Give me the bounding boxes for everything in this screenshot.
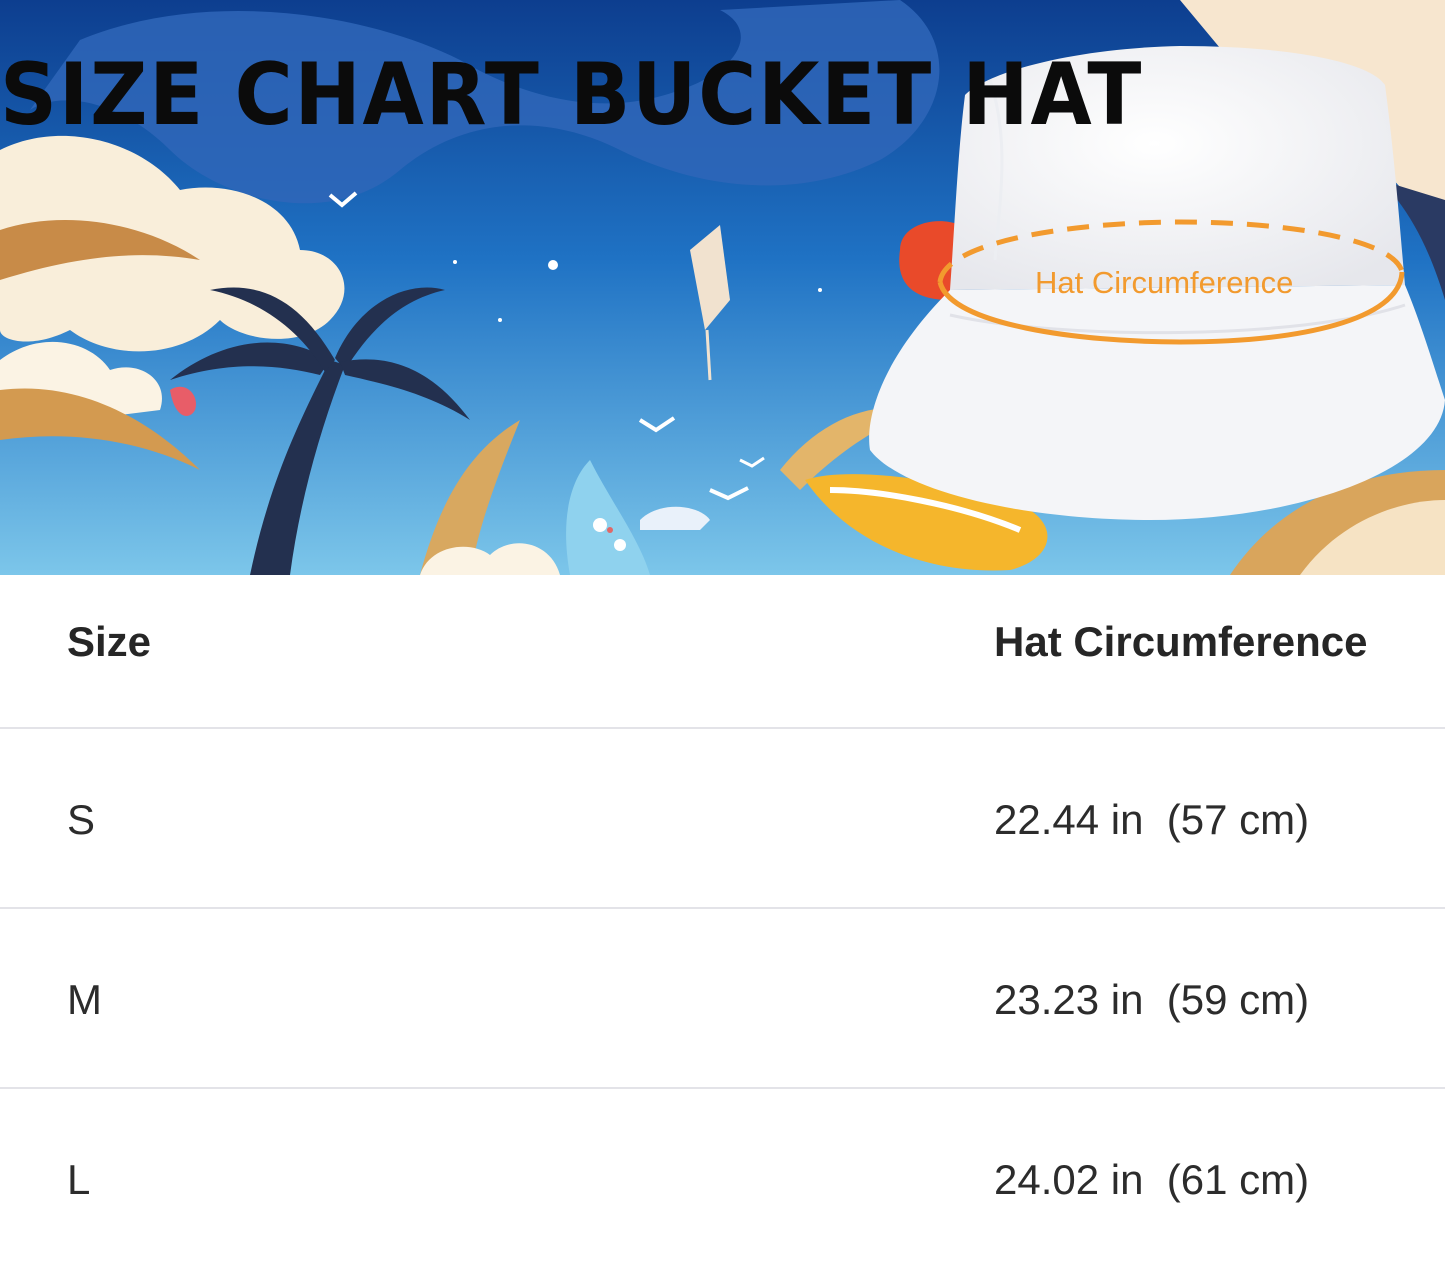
size-table: Size Hat Circumference S 22.44 in (57 cm… [0,575,1445,1269]
table-row: S 22.44 in (57 cm) [0,729,1445,909]
size-cell: M [67,976,102,1023]
banner-illustration: SIZE CHART BUCKET HAT Hat Circumference [0,0,1445,575]
size-cell: S [67,796,96,843]
header-size: Size [67,618,152,665]
table-row: L 24.02 in (61 cm) [0,1089,1445,1269]
chart-title: SIZE CHART BUCKET HAT [0,45,1144,145]
header-hat-circumference: Hat Circumference [994,618,1368,665]
circumference-cell: 24.02 in (61 cm) [994,1156,1310,1203]
hat-circumference-label: Hat Circumference [1035,265,1294,300]
table-header-row: Size Hat Circumference [0,575,1445,729]
table-row: M 23.23 in (59 cm) [0,909,1445,1089]
size-cell: L [67,1156,91,1203]
circumference-cell: 23.23 in (59 cm) [994,976,1310,1023]
circumference-cell: 22.44 in (57 cm) [994,796,1310,843]
